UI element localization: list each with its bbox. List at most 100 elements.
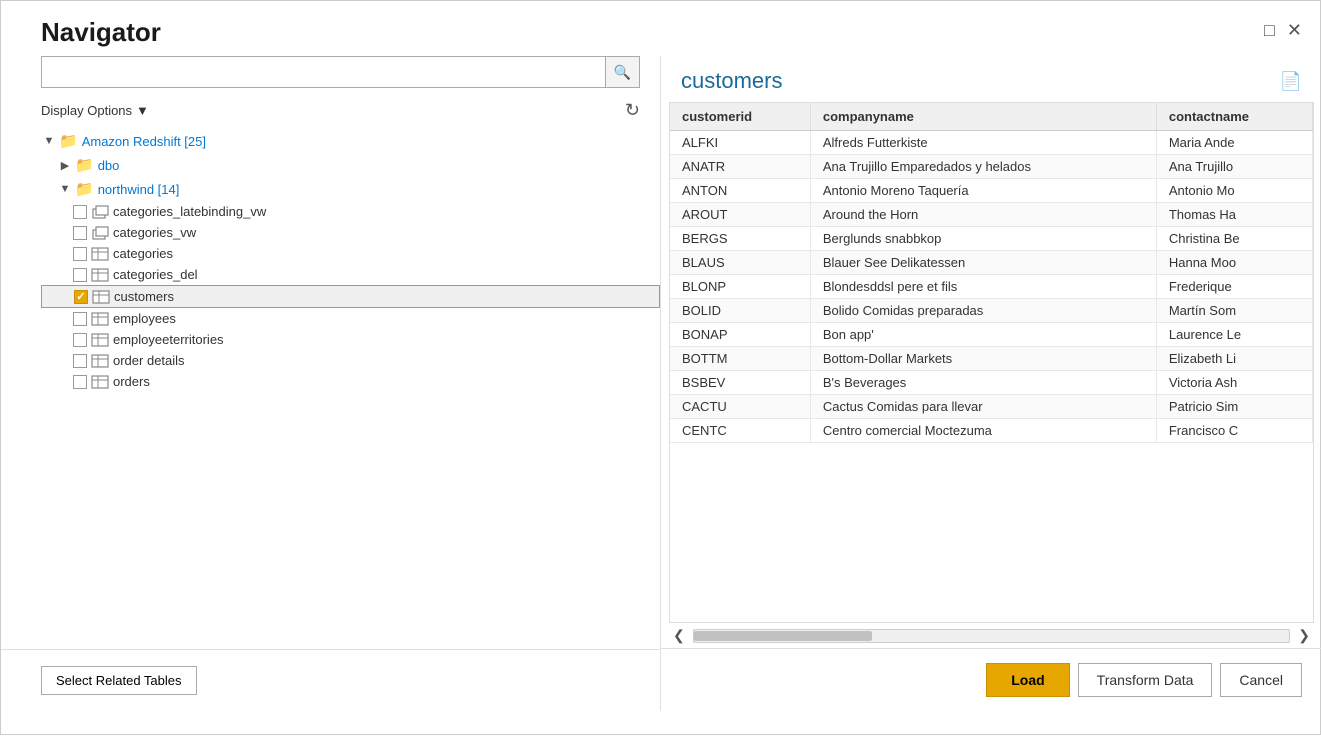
table-cell: Bolido Comidas preparadas <box>810 299 1156 323</box>
table-cell: CENTC <box>670 419 810 443</box>
tree-item-label: orders <box>113 374 150 389</box>
table-icon <box>91 354 109 368</box>
table-cell: Francisco C <box>1156 419 1312 443</box>
export-icon[interactable]: 📄 <box>1280 71 1302 92</box>
right-panel: customers 📄 customeridcompanynamecontact… <box>661 56 1321 711</box>
col-header-companyname: companyname <box>810 103 1156 131</box>
search-button[interactable]: 🔍 <box>606 56 640 88</box>
bottom-bar: Load Transform Data Cancel <box>661 648 1321 711</box>
table-cell: Bon app' <box>810 323 1156 347</box>
transform-label: Transform Data <box>1097 672 1194 688</box>
tree-item-label: categories_vw <box>113 225 196 240</box>
scroll-left-arrow[interactable]: ❮ <box>669 627 689 644</box>
select-related-tables-button[interactable]: Select Related Tables <box>41 666 197 695</box>
main-layout: 🔍 Display Options ▼ ↻ ▼📁Amazon Redshift … <box>1 56 1321 711</box>
table-icon <box>91 268 109 282</box>
table-cell: Antonio Moreno Taquería <box>810 179 1156 203</box>
table-cell: AROUT <box>670 203 810 227</box>
h-scroll-track[interactable] <box>693 629 1291 643</box>
tree-item-label: order details <box>113 353 185 368</box>
table-cell: Maria Ande <box>1156 131 1312 155</box>
table-cell: Patricio Sim <box>1156 395 1312 419</box>
tree-item-categories_del[interactable]: categories_del <box>41 264 660 285</box>
table-cell: Berglunds snabbkop <box>810 227 1156 251</box>
search-input[interactable] <box>41 56 606 88</box>
table-cell: Blauer See Delikatessen <box>810 251 1156 275</box>
data-table-scroll[interactable]: customeridcompanynamecontactname ALFKIAl… <box>670 103 1313 622</box>
table-cell: BOLID <box>670 299 810 323</box>
tree-item-categories_vw[interactable]: categories_vw <box>41 222 660 243</box>
tree-item-label: categories_latebinding_vw <box>113 204 266 219</box>
load-button[interactable]: Load <box>986 663 1069 697</box>
table-cell: Christina Be <box>1156 227 1312 251</box>
tree-item-dbo[interactable]: ▶📁 dbo <box>41 153 660 177</box>
display-options-label: Display Options <box>41 103 132 118</box>
tree-item-employees[interactable]: employees <box>41 308 660 329</box>
display-options-button[interactable]: Display Options ▼ <box>41 103 149 118</box>
tree-item-label: dbo <box>98 158 120 173</box>
checkbox[interactable] <box>73 312 87 326</box>
select-related-label: Select Related Tables <box>56 673 182 688</box>
tree-item-order_details[interactable]: order details <box>41 350 660 371</box>
tree-container[interactable]: ▼📁Amazon Redshift [25]▶📁dbo▼📁northwind [… <box>1 129 660 649</box>
table-row: AROUTAround the HornThomas Ha <box>670 203 1313 227</box>
checkbox[interactable] <box>73 375 87 389</box>
folder-icon: 📁 <box>75 180 94 198</box>
tree-item-northwind[interactable]: ▼📁northwind [14] <box>41 177 660 201</box>
table-cell: Ana Trujillo Emparedados y helados <box>810 155 1156 179</box>
table-row: ANATRAna Trujillo Emparedados y heladosA… <box>670 155 1313 179</box>
tree-item-label: employeeterritories <box>113 332 224 347</box>
tree-item-customers[interactable]: ✓ customers <box>41 285 660 308</box>
tree-item-categories[interactable]: categories <box>41 243 660 264</box>
table-row: BLONPBlondesddsl pere et filsFrederique <box>670 275 1313 299</box>
search-icon: 🔍 <box>614 64 631 81</box>
table-icon <box>92 290 110 304</box>
table-cell: ANTON <box>670 179 810 203</box>
minimize-icon[interactable]: □ <box>1264 21 1275 39</box>
table-cell: CACTU <box>670 395 810 419</box>
tree-item-orders[interactable]: orders <box>41 371 660 392</box>
table-cell: Laurence Le <box>1156 323 1312 347</box>
checkbox[interactable]: ✓ <box>74 290 88 304</box>
scroll-right-arrow[interactable]: ❯ <box>1294 627 1314 644</box>
table-cell: ANATR <box>670 155 810 179</box>
page-title: Navigator <box>41 17 161 48</box>
checkbox[interactable] <box>73 268 87 282</box>
toggle-icon: ▶ <box>57 159 73 172</box>
tree-item-categories_latebinding_vw[interactable]: categories_latebinding_vw <box>41 201 660 222</box>
table-cell: BONAP <box>670 323 810 347</box>
tree-item-label: categories_del <box>113 267 198 282</box>
tree-item-amazon[interactable]: ▼📁Amazon Redshift [25] <box>41 129 660 153</box>
search-area: 🔍 <box>1 56 660 96</box>
table-icon <box>91 375 109 389</box>
checkbox[interactable] <box>73 205 87 219</box>
toggle-icon: ▼ <box>41 135 57 147</box>
tree-item-label: employees <box>113 311 176 326</box>
checkbox[interactable] <box>73 226 87 240</box>
table-cell: Bottom-Dollar Markets <box>810 347 1156 371</box>
tree-item-label: Amazon Redshift [25] <box>82 134 206 149</box>
folder-icon: 📁 <box>75 156 94 174</box>
table-cell: ALFKI <box>670 131 810 155</box>
h-scroll-row: ❮ ❯ <box>661 623 1321 648</box>
window-controls: □ ✕ <box>1264 17 1302 39</box>
table-row: BLAUSBlauer See DelikatessenHanna Moo <box>670 251 1313 275</box>
tree-item-employeeterritories[interactable]: employeeterritories <box>41 329 660 350</box>
table-cell: BSBEV <box>670 371 810 395</box>
refresh-button[interactable]: ↻ <box>625 100 640 121</box>
close-icon[interactable]: ✕ <box>1287 21 1302 39</box>
table-cell: Elizabeth Li <box>1156 347 1312 371</box>
table-cell: B's Beverages <box>810 371 1156 395</box>
cancel-button[interactable]: Cancel <box>1220 663 1302 697</box>
table-cell: BLONP <box>670 275 810 299</box>
left-panel: 🔍 Display Options ▼ ↻ ▼📁Amazon Redshift … <box>1 56 661 711</box>
checkbox[interactable] <box>73 354 87 368</box>
checkbox[interactable] <box>73 333 87 347</box>
table-row: ALFKIAlfreds FutterkisteMaria Ande <box>670 131 1313 155</box>
h-scroll-thumb[interactable] <box>694 631 873 641</box>
table-row: BOLIDBolido Comidas preparadasMartín Som <box>670 299 1313 323</box>
checkbox[interactable] <box>73 247 87 261</box>
transform-data-button[interactable]: Transform Data <box>1078 663 1213 697</box>
table-cell: Cactus Comidas para llevar <box>810 395 1156 419</box>
table-cell: Victoria Ash <box>1156 371 1312 395</box>
